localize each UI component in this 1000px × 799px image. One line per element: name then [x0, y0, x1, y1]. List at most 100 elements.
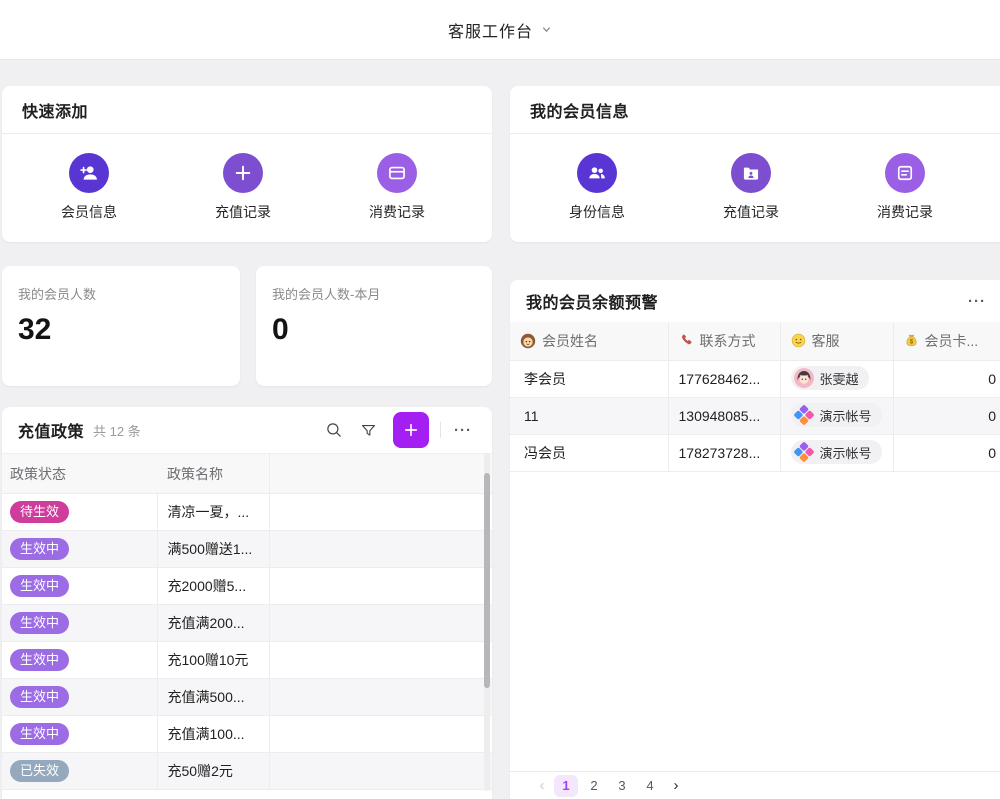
- policy-name-cell: 充2000赠5...: [157, 568, 269, 605]
- policy-table-scrollbar[interactable]: [484, 453, 490, 791]
- card-balance-cell: 0: [893, 434, 1000, 471]
- table-row[interactable]: 待生效 清凉一夏，...: [2, 494, 492, 531]
- page-button-2[interactable]: 2: [582, 775, 606, 797]
- table-row[interactable]: 生效中 充2000赠5...: [2, 568, 492, 605]
- member-consume-record[interactable]: 消费记录: [828, 153, 982, 222]
- folder-user-icon: [731, 153, 771, 193]
- column-header-contact[interactable]: 联系方式: [668, 322, 780, 360]
- page-next-icon[interactable]: ›: [666, 777, 686, 794]
- page-button-3[interactable]: 3: [610, 775, 634, 797]
- table-row[interactable]: 已失效 充50赠2元: [2, 753, 492, 790]
- column-header-member-card[interactable]: $ 会员卡...: [893, 322, 1000, 360]
- status-badge: 生效中: [10, 686, 69, 708]
- agent-pill[interactable]: 演示帐号: [791, 440, 882, 464]
- member-identity-label: 身份信息: [569, 202, 625, 222]
- policy-name-cell: 充值满200...: [157, 605, 269, 642]
- column-header-name[interactable]: 政策名称: [157, 454, 269, 494]
- status-badge: 生效中: [10, 575, 69, 597]
- member-name-cell: 11: [510, 397, 668, 434]
- column-header-status[interactable]: 政策状态: [2, 454, 157, 494]
- policy-table: 政策状态 政策名称 待生效 清凉一夏，... 生效中 满500赠送1... 生效…: [2, 453, 492, 790]
- stat-value: 32: [18, 313, 224, 347]
- stat-value: 0: [272, 313, 476, 347]
- status-badge: 已失效: [10, 760, 69, 782]
- table-row[interactable]: 李会员 177628462... 张雯越 0: [510, 360, 1000, 397]
- table-row[interactable]: 生效中 充值满100...: [2, 716, 492, 753]
- column-header-agent[interactable]: 客服: [780, 322, 893, 360]
- agent-pill[interactable]: 张雯越: [791, 366, 869, 390]
- policy-table-card: 充值政策 共 12 条 ··· 政策状态: [2, 407, 492, 799]
- policy-table-header: 充值政策 共 12 条 ···: [2, 407, 492, 453]
- quick-add-header: 快速添加: [2, 86, 492, 134]
- table-row[interactable]: 11 130948085... 演示帐号 0: [510, 397, 1000, 434]
- member-info-title: 我的会员信息: [530, 98, 629, 122]
- table-row[interactable]: 生效中 满500赠送1...: [2, 531, 492, 568]
- workbench-page: 客服工作台 快速添加 会员信息 充值: [0, 0, 1000, 799]
- status-badge: 生效中: [10, 649, 69, 671]
- phone-cell: 178273728...: [668, 434, 780, 471]
- app-header: 客服工作台: [0, 0, 1000, 60]
- card-balance-cell: 0: [893, 397, 1000, 434]
- person-add-icon: [69, 153, 109, 193]
- quick-add-items: 会员信息 充值记录 消费记录: [2, 134, 474, 241]
- quick-add-member-label: 会员信息: [61, 202, 117, 222]
- stat-label: 我的会员人数: [18, 284, 224, 303]
- search-icon[interactable]: [317, 413, 351, 447]
- more-options-icon[interactable]: ···: [448, 422, 478, 439]
- balance-warning-card: 我的会员余额预警 ··· 会员姓名 联系方式: [510, 280, 1000, 799]
- demo-logo-icon: [794, 442, 814, 462]
- card-balance-cell: 0: [893, 360, 1000, 397]
- balance-header: 我的会员余额预警 ···: [510, 280, 1000, 322]
- status-badge: 生效中: [10, 723, 69, 745]
- phone-cell: 177628462...: [668, 360, 780, 397]
- smiley-icon: [791, 333, 806, 348]
- quick-add-recharge-record[interactable]: 充值记录: [166, 153, 320, 222]
- member-recharge-record[interactable]: 充值记录: [674, 153, 828, 222]
- table-row[interactable]: 冯会员 178273728... 演示帐号 0: [510, 434, 1000, 471]
- member-identity-info[interactable]: 身份信息: [520, 153, 674, 222]
- status-badge: 待生效: [10, 501, 69, 523]
- table-row[interactable]: 生效中 充值满200...: [2, 605, 492, 642]
- filter-icon[interactable]: [351, 413, 385, 447]
- member-info-items: 身份信息 充值记录 消费记录: [510, 134, 982, 241]
- demo-logo-icon: [794, 405, 814, 425]
- stat-label: 我的会员人数-本月: [272, 284, 476, 303]
- scrollbar-thumb[interactable]: [484, 473, 490, 688]
- more-options-icon[interactable]: ···: [962, 293, 992, 310]
- policy-name-cell: 充100赠10元: [157, 642, 269, 679]
- page-title[interactable]: 客服工作台: [448, 18, 533, 42]
- page-button-1[interactable]: 1: [554, 775, 578, 797]
- phone-cell: 130948085...: [668, 397, 780, 434]
- table-row[interactable]: 生效中 充100赠10元: [2, 642, 492, 679]
- member-info-header: 我的会员信息: [510, 86, 1000, 134]
- plus-icon: [223, 153, 263, 193]
- quick-add-consume-label: 消费记录: [369, 202, 425, 222]
- agent-pill[interactable]: 演示帐号: [791, 403, 882, 427]
- toolbar-divider: [440, 422, 441, 438]
- column-header-empty: [269, 454, 492, 494]
- column-header-member-name[interactable]: 会员姓名: [510, 322, 668, 360]
- policy-record-count: 共 12 条: [93, 421, 141, 440]
- add-record-button[interactable]: [393, 412, 429, 448]
- policy-name-cell: 满500赠送1...: [157, 531, 269, 568]
- page-prev-icon[interactable]: ‹: [532, 777, 552, 794]
- policy-table-head-row: 政策状态 政策名称: [2, 454, 492, 494]
- quick-add-title: 快速添加: [22, 98, 88, 122]
- balance-head-row: 会员姓名 联系方式 客服: [510, 322, 1000, 360]
- page-button-4[interactable]: 4: [638, 775, 662, 797]
- status-badge: 生效中: [10, 538, 69, 560]
- policy-name-cell: 充50赠2元: [157, 753, 269, 790]
- woman-icon: [520, 333, 536, 349]
- card-icon: [377, 153, 417, 193]
- chevron-down-icon[interactable]: [541, 24, 552, 35]
- member-name-cell: 李会员: [510, 360, 668, 397]
- moneybag-icon: $: [904, 333, 919, 348]
- member-name-cell: 冯会员: [510, 434, 668, 471]
- quick-add-consume-record[interactable]: 消费记录: [320, 153, 474, 222]
- pagination: ‹ 1 2 3 4 ›: [510, 771, 1000, 799]
- table-row[interactable]: 生效中 充值满500...: [2, 679, 492, 716]
- balance-table: 会员姓名 联系方式 客服: [510, 322, 1000, 472]
- quick-add-member-info[interactable]: 会员信息: [12, 153, 166, 222]
- member-info-card: 我的会员信息 身份信息 充值记录: [510, 86, 1000, 242]
- stat-card-member-count-month: 我的会员人数-本月 0: [256, 266, 492, 386]
